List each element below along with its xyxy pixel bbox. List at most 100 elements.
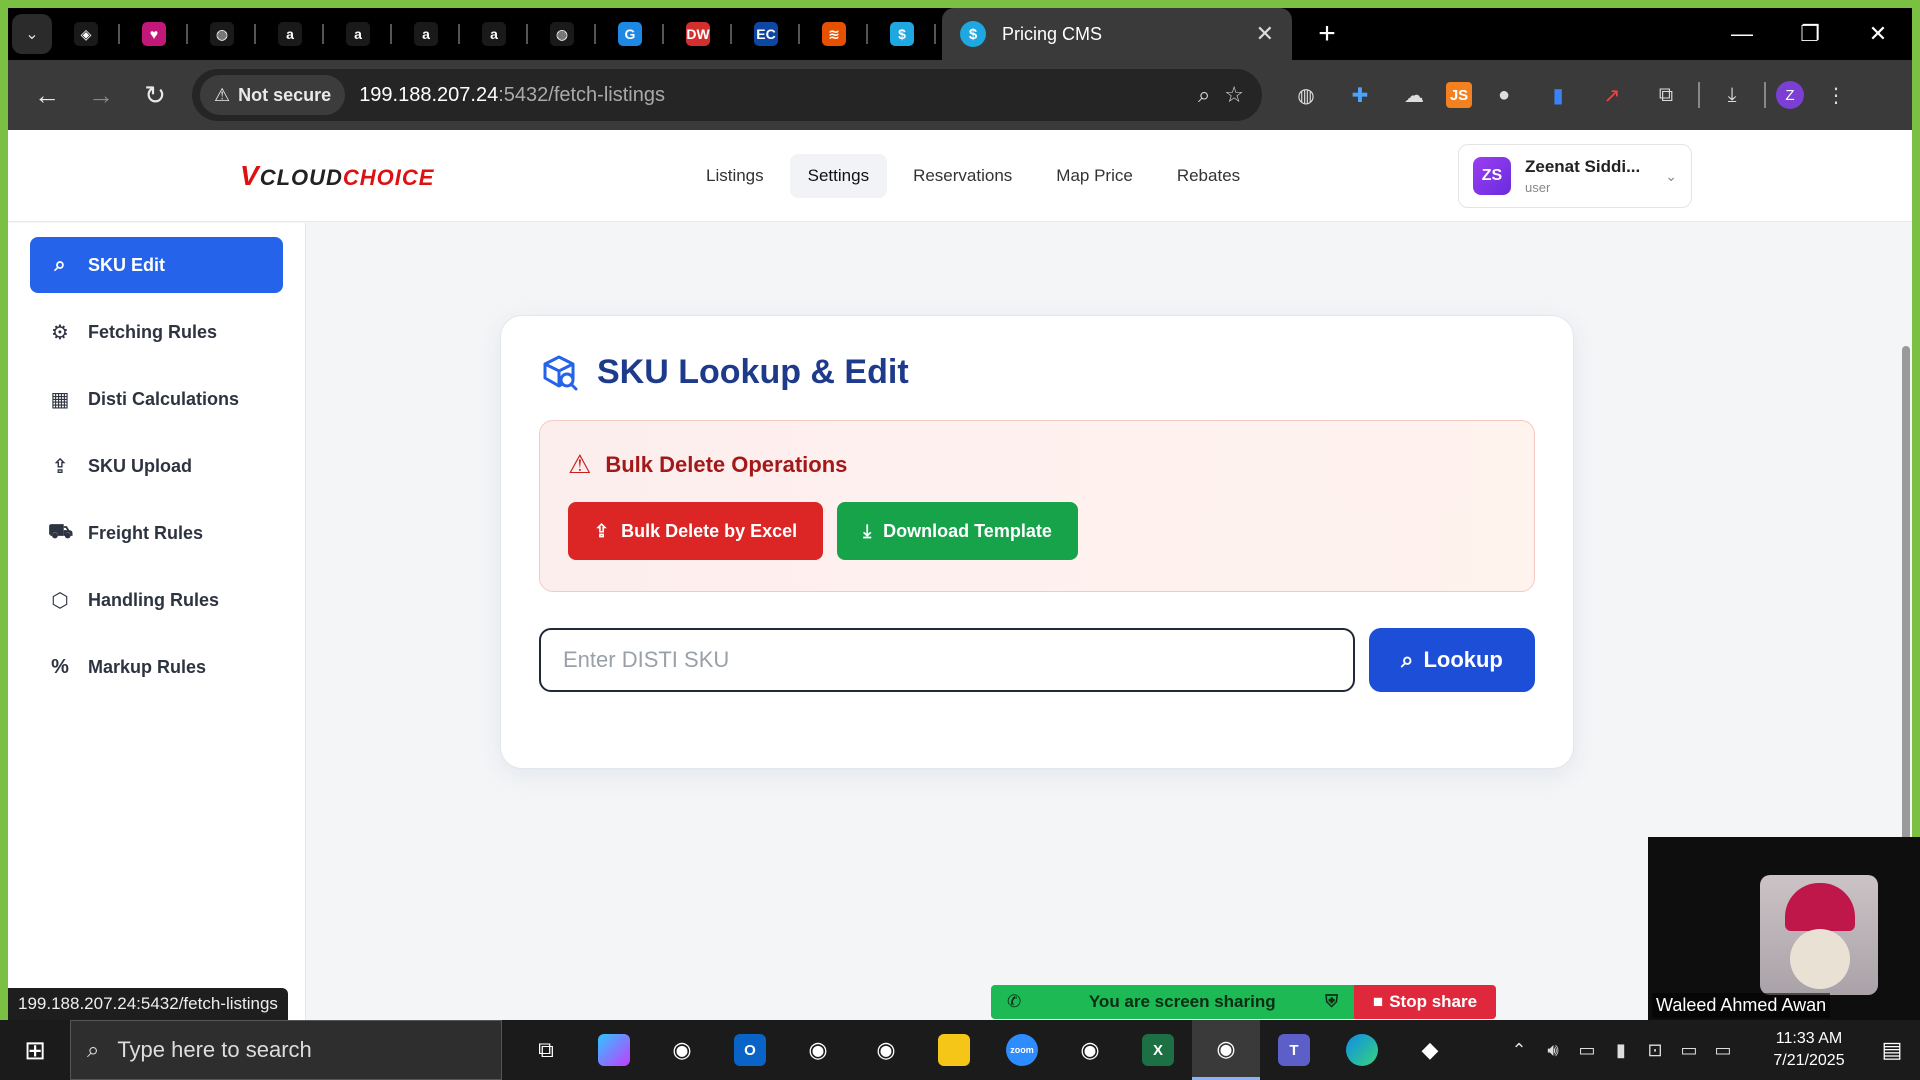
- explorer-badge: [938, 1034, 970, 1066]
- cloudchoice-logo[interactable]: VCLOUDCHOICE: [240, 160, 434, 192]
- sidebar-item-disti-calculations[interactable]: ▦ Disti Calculations: [30, 371, 283, 427]
- back-button[interactable]: ←: [20, 68, 74, 122]
- top-navigation: Listings Settings Reservations Map Price Reb…: [688, 154, 1258, 198]
- download-template-button[interactable]: ⤓ Download Template: [837, 502, 1078, 560]
- browser-tab[interactable]: ♥: [120, 8, 188, 60]
- chevron-down-icon: ⌄: [25, 26, 39, 43]
- browser-tab[interactable]: a: [256, 8, 324, 60]
- browser-tab[interactable]: ◈: [52, 8, 120, 60]
- star-icon[interactable]: ☆: [1224, 82, 1244, 108]
- js-extension-icon[interactable]: JS: [1446, 82, 1472, 108]
- tab-title: Pricing CMS: [1002, 23, 1103, 44]
- copilot-icon[interactable]: [580, 1020, 648, 1080]
- chrome-profile-icon[interactable]: ◉: [648, 1020, 716, 1080]
- browser-tab[interactable]: DW: [664, 8, 732, 60]
- network-icon[interactable]: ⊡: [1638, 1040, 1672, 1061]
- chart-extension-icon[interactable]: ▮: [1536, 73, 1580, 117]
- browser-tab[interactable]: a: [324, 8, 392, 60]
- outlook-icon[interactable]: O: [716, 1020, 784, 1080]
- chrome-active-icon[interactable]: ◉: [1192, 1020, 1260, 1080]
- battery-icon[interactable]: ▭: [1672, 1040, 1706, 1061]
- teams-icon[interactable]: T: [1260, 1020, 1328, 1080]
- browser-tab[interactable]: a: [392, 8, 460, 60]
- sidebar-item-sku-upload[interactable]: ⇪ SKU Upload: [30, 438, 283, 494]
- minimize-icon[interactable]: —: [1708, 8, 1776, 60]
- bulk-delete-button[interactable]: ⇪ Bulk Delete by Excel: [568, 502, 824, 560]
- security-chip[interactable]: ⚠ Not secure: [200, 75, 346, 115]
- sku-lookup-card: SKU Lookup & Edit ⚠ Bulk Delete Operatio…: [500, 315, 1574, 769]
- browser-tab[interactable]: $: [868, 8, 936, 60]
- address-bar[interactable]: ⚠ Not secure 199.188.207.24:5432/fetch-l…: [192, 69, 1262, 121]
- lookup-button[interactable]: ⌕ Lookup: [1369, 628, 1535, 692]
- video-preview[interactable]: Waleed Ahmed Awan: [1648, 837, 1920, 1020]
- disti-sku-input[interactable]: [539, 628, 1355, 692]
- start-button[interactable]: ⊞: [0, 1020, 70, 1080]
- taskbar-clock[interactable]: 11:33 AM 7/21/2025: [1754, 1028, 1864, 1072]
- extensions-icon[interactable]: ⧉: [1644, 73, 1688, 117]
- tab-search-button[interactable]: ⌄: [12, 14, 52, 54]
- puzzle-extension-icon[interactable]: ✚: [1338, 73, 1382, 117]
- chrome-icon[interactable]: ◉: [1056, 1020, 1124, 1080]
- volume-icon[interactable]: 🔊︎: [1536, 1040, 1570, 1061]
- kebab-menu-icon[interactable]: ⋮: [1814, 73, 1858, 117]
- search-icon: ⌕: [1401, 647, 1414, 672]
- user-name: Zeenat Siddi...: [1525, 157, 1641, 176]
- user-menu[interactable]: ZS Zeenat Siddi... user ⌄: [1458, 144, 1692, 208]
- new-tab-button[interactable]: +: [1302, 8, 1352, 60]
- nav-reservations[interactable]: Reservations: [895, 154, 1030, 198]
- excel-icon[interactable]: X: [1124, 1020, 1192, 1080]
- chrome-profile3-icon[interactable]: ◉: [852, 1020, 920, 1080]
- toolbar-divider: [1698, 82, 1700, 108]
- sidebar-item-freight-rules[interactable]: ⛟ Freight Rules: [30, 505, 283, 561]
- chevron-down-icon: ⌄: [1665, 167, 1677, 184]
- browser-tab[interactable]: G: [596, 8, 664, 60]
- sidebar-item-fetching-rules[interactable]: ⚙ Fetching Rules: [30, 304, 283, 360]
- edge-icon[interactable]: [1328, 1020, 1396, 1080]
- file-explorer-icon[interactable]: [920, 1020, 988, 1080]
- profile-avatar[interactable]: Z: [1776, 81, 1804, 109]
- nav-listings[interactable]: Listings: [688, 154, 782, 198]
- nav-rebates[interactable]: Rebates: [1159, 154, 1258, 198]
- reload-button[interactable]: ↻: [128, 68, 182, 122]
- arrow-extension-icon[interactable]: ↗: [1590, 73, 1634, 117]
- chevron-up-icon[interactable]: ⌃: [1502, 1040, 1536, 1061]
- microphone-icon[interactable]: ▮: [1604, 1040, 1638, 1061]
- circle-extension-icon[interactable]: ●: [1482, 73, 1526, 117]
- meet-now-icon[interactable]: ▭: [1570, 1040, 1604, 1061]
- forward-button[interactable]: →: [74, 68, 128, 122]
- zoom-icon[interactable]: zoom: [988, 1020, 1056, 1080]
- zoom-icon[interactable]: ⌕: [1198, 82, 1210, 108]
- cloud-extension-icon[interactable]: ☁: [1392, 73, 1436, 117]
- sidebar-item-markup-rules[interactable]: % Markup Rules: [30, 639, 283, 695]
- browser-tab[interactable]: EC: [732, 8, 800, 60]
- nav-settings[interactable]: Settings: [789, 154, 888, 198]
- vpn-icon[interactable]: ◆: [1396, 1020, 1464, 1080]
- screen-share-status[interactable]: ✆ You are screen sharing ⛨: [991, 985, 1354, 1019]
- stop-icon: ■: [1372, 992, 1384, 1011]
- package-search-icon: [543, 355, 578, 391]
- sidebar: ⌕ SKU Edit ⚙ Fetching Rules ▦ Disti Calculati…: [8, 223, 306, 1020]
- tab-pricing-cms[interactable]: $ Pricing CMS ✕: [942, 8, 1292, 60]
- sidebar-item-handling-rules[interactable]: ⬡ Handling Rules: [30, 572, 283, 628]
- restore-icon[interactable]: ❐: [1776, 8, 1844, 60]
- display-icon[interactable]: ▭: [1706, 1040, 1740, 1061]
- browser-tab[interactable]: ◍: [528, 8, 596, 60]
- globe-extension-icon[interactable]: ◍: [1284, 73, 1328, 117]
- search-icon: ⌕: [54, 253, 66, 276]
- browser-tab[interactable]: ≋: [800, 8, 868, 60]
- notifications-icon[interactable]: ▤: [1864, 1037, 1920, 1063]
- nav-map-price[interactable]: Map Price: [1038, 154, 1151, 198]
- user-role: user: [1525, 180, 1551, 195]
- task-view-icon[interactable]: ⧉: [512, 1020, 580, 1080]
- stop-share-button[interactable]: ■ Stop share: [1354, 985, 1496, 1019]
- url-text[interactable]: 199.188.207.24:5432/fetch-listings: [359, 84, 665, 107]
- taskbar-search[interactable]: ⌕ Type here to search: [70, 1020, 502, 1080]
- browser-tab[interactable]: a: [460, 8, 528, 60]
- close-window-icon[interactable]: ✕: [1844, 8, 1912, 60]
- sidebar-item-sku-edit[interactable]: ⌕ SKU Edit: [30, 237, 283, 293]
- chrome-profile2-icon[interactable]: ◉: [784, 1020, 852, 1080]
- download-icon[interactable]: ⤓: [1710, 73, 1754, 117]
- bulk-delete-heading: ⚠ Bulk Delete Operations: [568, 449, 1506, 480]
- close-icon[interactable]: ✕: [1256, 21, 1274, 47]
- browser-tab[interactable]: ◍: [188, 8, 256, 60]
